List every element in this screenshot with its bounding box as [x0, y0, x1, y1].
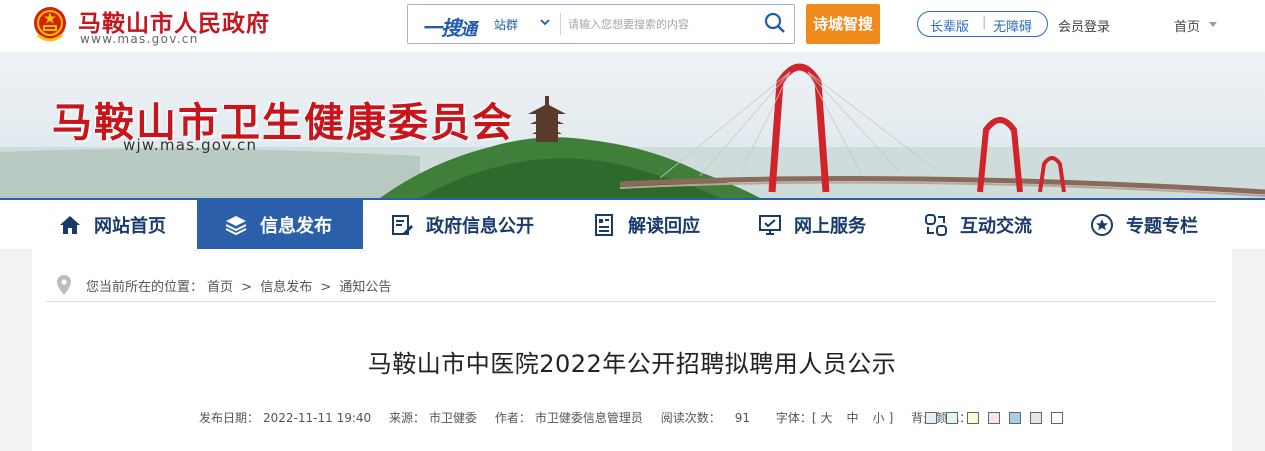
breadcrumb-trail: 您当前所在的位置： 首页 > 信息发布 > 通知公告: [86, 276, 395, 295]
breadcrumb-separator: >: [241, 280, 253, 295]
department-title: 马鞍山市卫生健康委员会: [52, 100, 514, 146]
bg-swatch-gray[interactable]: [1030, 412, 1042, 424]
breadcrumb: 您当前所在的位置： 首页 > 信息发布 > 通知公告: [46, 270, 1216, 302]
breadcrumb-separator: >: [320, 280, 332, 295]
nav-item-label: 互动交流: [960, 215, 1032, 237]
article-source: 市卫健委: [429, 411, 478, 425]
author-label: 作者：: [494, 411, 531, 425]
location-pin-icon: [57, 275, 71, 295]
font-large-button[interactable]: 大: [821, 411, 833, 425]
document-edit-icon: [392, 214, 413, 235]
font-small-button[interactable]: 小: [873, 411, 885, 425]
date-label: 发布日期：: [199, 411, 260, 425]
breadcrumb-home[interactable]: 首页: [207, 280, 233, 295]
main-navigation: 网站首页 信息发布 政府信息公开 解读回应 网上服务 互动交流 专题专栏: [0, 198, 1265, 249]
article-meta: 发布日期： 2022-11-11 19:40 来源： 市卫健委 作者： 市卫健委信息管…: [199, 409, 975, 426]
nav-item-home[interactable]: 网站首页: [58, 200, 166, 249]
nav-item-label: 解读回应: [628, 215, 700, 237]
search-divider: [560, 13, 561, 35]
search-input[interactable]: [568, 14, 748, 34]
elder-mode-link[interactable]: 长辈版: [930, 16, 969, 35]
source-label: 来源：: [388, 411, 425, 425]
top-bar: 马鞍山市人民政府 www.mas.gov.cn 一搜通 站群 诗城智搜 长辈版 …: [0, 0, 1265, 52]
accessibility-link[interactable]: 无障碍: [993, 16, 1032, 35]
home-icon: [60, 215, 80, 234]
breadcrumb-notices[interactable]: 通知公告: [339, 280, 391, 295]
breadcrumb-prefix: 您当前所在的位置：: [86, 280, 204, 295]
search-box: 一搜通 站群: [407, 4, 795, 44]
views-label: 阅读次数：: [660, 411, 721, 425]
nav-item-label: 信息发布: [260, 215, 332, 237]
department-url: wjw.mas.gov.cn: [123, 136, 258, 154]
monitor-icon: [759, 214, 781, 235]
bg-swatch-cyan[interactable]: [946, 412, 958, 424]
nav-item-label: 网上服务: [794, 215, 866, 237]
book-icon: [595, 213, 613, 236]
bg-color-swatches: [925, 412, 1063, 424]
poem-search-button[interactable]: 诗城智搜: [806, 4, 880, 44]
search-scope-select[interactable]: 站群: [494, 16, 518, 33]
access-separator: |: [982, 15, 987, 30]
article-title: 马鞍山市中医院2022年公开招聘拟聘用人员公示: [367, 350, 897, 378]
star-circle-icon: [1091, 213, 1113, 236]
bg-swatch-white[interactable]: [1051, 412, 1063, 424]
nav-item-interpretation[interactable]: 解读回应: [592, 200, 700, 249]
search-brand-logo: 一搜通: [422, 16, 477, 40]
bg-swatch-sky[interactable]: [1009, 412, 1021, 424]
publish-date: 2022-11-11 19:40: [263, 411, 372, 425]
bg-swatch-pink[interactable]: [988, 412, 1000, 424]
nav-item-special-topics[interactable]: 专题专栏: [1090, 200, 1198, 249]
search-icon[interactable]: [763, 11, 787, 35]
site-url: www.mas.gov.cn: [80, 32, 199, 46]
chevron-down-icon[interactable]: [538, 15, 552, 29]
view-count: 91: [734, 411, 750, 425]
nav-item-interaction[interactable]: 互动交流: [924, 200, 1032, 249]
nav-item-label: 专题专栏: [1126, 215, 1198, 237]
article-author: 市卫健委信息管理员: [534, 411, 643, 425]
nav-item-label: 网站首页: [94, 215, 166, 237]
font-size-close: ]: [888, 411, 894, 425]
font-medium-button[interactable]: 中: [847, 411, 859, 425]
home-dropdown[interactable]: 首页: [1174, 16, 1200, 35]
banner: 马鞍山市卫生健康委员会 wjw.mas.gov.cn: [0, 52, 1265, 198]
layers-icon: [225, 215, 247, 235]
nav-item-online-service[interactable]: 网上服务: [758, 200, 866, 249]
breadcrumb-info-release[interactable]: 信息发布: [260, 280, 312, 295]
nav-item-info-release[interactable]: 信息发布: [197, 200, 363, 249]
bg-swatch-yellow[interactable]: [967, 412, 979, 424]
member-login-link[interactable]: 会员登录: [1058, 16, 1110, 35]
national-emblem-icon[interactable]: [32, 5, 68, 43]
link-icon: [925, 213, 947, 236]
font-size-label: 字体：[: [775, 411, 817, 425]
accessibility-toggle: 长辈版 | 无障碍: [917, 11, 1048, 37]
nav-item-label: 政府信息公开: [426, 215, 534, 237]
nav-item-gov-info[interactable]: 政府信息公开: [390, 200, 534, 249]
bg-swatch-blue[interactable]: [925, 412, 937, 424]
article-panel: 您当前所在的位置： 首页 > 信息发布 > 通知公告 马鞍山市中医院2022年公开…: [32, 249, 1232, 451]
caret-down-icon[interactable]: [1209, 22, 1217, 27]
